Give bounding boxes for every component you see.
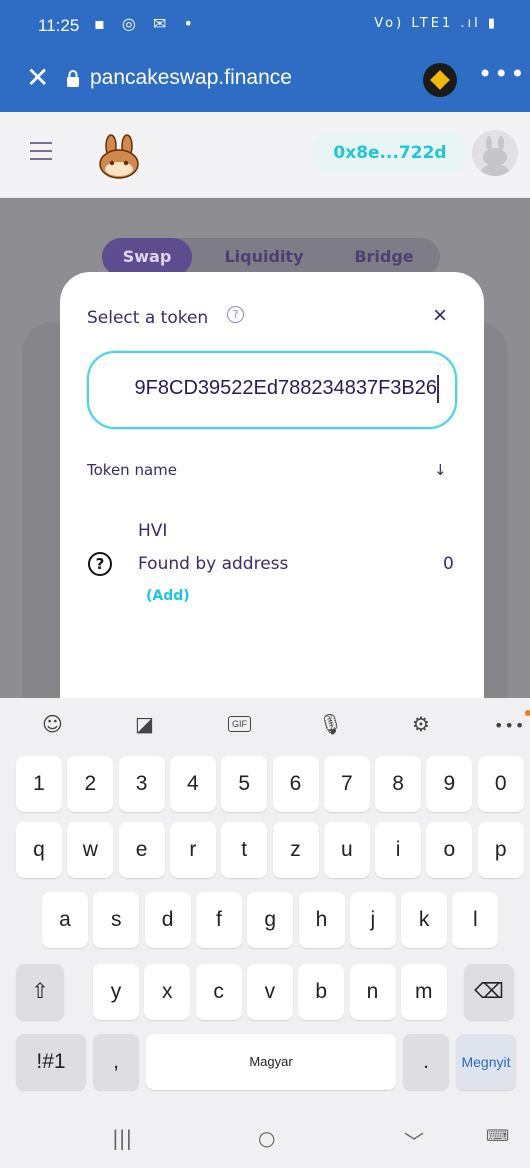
key-g[interactable]: g	[247, 892, 294, 948]
key-x[interactable]: x	[144, 964, 191, 1020]
enter-key[interactable]: Megnyit	[456, 1034, 516, 1090]
key-5[interactable]: 5	[221, 756, 268, 812]
key-6[interactable]: 6	[272, 756, 319, 812]
home-icon[interactable]: ○	[258, 1126, 275, 1150]
url-text[interactable]: pancakeswap.finance	[90, 66, 292, 90]
key-v[interactable]: v	[246, 964, 293, 1020]
key-0[interactable]: 0	[477, 756, 524, 812]
key-o[interactable]: o	[426, 822, 473, 878]
symbols-key[interactable]: !#1	[16, 1034, 86, 1090]
key-4[interactable]: 4	[169, 756, 216, 812]
pancakeswap-logo-icon[interactable]	[96, 134, 142, 180]
microphone-icon[interactable]: 🎙	[318, 712, 343, 736]
space-key[interactable]: Magyar	[146, 1034, 396, 1090]
help-icon[interactable]: ?	[227, 306, 244, 323]
gif-icon[interactable]: GIF	[228, 716, 251, 732]
add-token-link[interactable]: (Add)	[146, 588, 190, 604]
key-s[interactable]: s	[93, 892, 140, 948]
signal-battery-icons: Vo) LTE1 .ıl ▮	[374, 16, 498, 31]
key-z[interactable]: z	[272, 822, 319, 878]
status-time: 11:25	[38, 16, 80, 35]
notification-icons: ▪ ◎ ✉ •	[94, 14, 199, 33]
key-m[interactable]: m	[400, 964, 447, 1020]
keyboard-more-icon[interactable]: •••	[494, 710, 530, 736]
key-y[interactable]: y	[93, 964, 139, 1020]
token-name-column-header: Token name	[87, 461, 177, 479]
tab-liquidity[interactable]: Liquidity	[202, 238, 326, 276]
modal-close-button[interactable]: ×	[433, 304, 447, 328]
lock-icon	[67, 70, 79, 87]
key-k[interactable]: k	[401, 892, 448, 948]
app-header: 0x8e...722d	[0, 112, 530, 198]
select-token-modal: Select a token ? × 9F8CD39522Ed788234837…	[60, 272, 484, 700]
key-r[interactable]: r	[169, 822, 216, 878]
menu-icon[interactable]	[30, 142, 52, 166]
key-f[interactable]: f	[195, 892, 242, 948]
token-search-input[interactable]: 9F8CD39522Ed788234837F3B26	[87, 351, 457, 429]
keyboard-toolbar: ☺ ◪ GIF 🎙 ⚙ •••	[0, 698, 530, 752]
token-search-value: 9F8CD39522Ed788234837F3B26	[134, 377, 437, 399]
period-key[interactable]: .	[403, 1034, 449, 1090]
settings-icon[interactable]: ⚙	[412, 712, 430, 736]
backspace-key[interactable]: ⌫	[464, 964, 514, 1020]
key-l[interactable]: l	[452, 892, 499, 948]
recents-icon[interactable]: |||	[112, 1126, 132, 1150]
keyboard-switch-icon[interactable]: ⌨	[486, 1126, 509, 1145]
close-icon[interactable]: ✕	[26, 64, 49, 92]
comma-key[interactable]: ,	[93, 1034, 139, 1090]
token-found-status[interactable]: Found by address	[138, 554, 288, 574]
key-b[interactable]: b	[298, 964, 345, 1020]
key-u[interactable]: u	[323, 822, 370, 878]
key-3[interactable]: 3	[118, 756, 165, 812]
swap-tabs: Swap Liquidity Bridge	[102, 238, 440, 276]
key-c[interactable]: c	[195, 964, 242, 1020]
browser-toolbar: ✕ pancakeswap.finance •••	[0, 50, 530, 112]
tab-bridge[interactable]: Bridge	[334, 238, 434, 276]
wallet-address-button[interactable]: 0x8e...722d	[312, 132, 468, 174]
key-e[interactable]: e	[118, 822, 165, 878]
tab-swap[interactable]: Swap	[102, 238, 192, 276]
key-p[interactable]: p	[477, 822, 524, 878]
profile-avatar-icon[interactable]	[472, 130, 518, 176]
bnb-extension-icon[interactable]	[423, 63, 457, 97]
key-9[interactable]: 9	[426, 756, 473, 812]
sticker-icon[interactable]: ◪	[135, 712, 154, 736]
token-balance: 0	[443, 554, 454, 574]
key-h[interactable]: h	[298, 892, 345, 948]
text-cursor	[437, 375, 439, 403]
key-1[interactable]: 1	[16, 756, 62, 812]
more-options-icon[interactable]: •••	[478, 60, 526, 88]
modal-title: Select a token	[87, 308, 209, 328]
emoji-icon[interactable]: ☺	[42, 712, 63, 736]
key-d[interactable]: d	[144, 892, 191, 948]
key-j[interactable]: j	[349, 892, 396, 948]
key-w[interactable]: w	[67, 822, 114, 878]
key-t[interactable]: t	[221, 822, 268, 878]
soft-keyboard: ☺ ◪ GIF 🎙 ⚙ ••• 1234567890 qwertzuiop asdf…	[0, 698, 530, 1168]
token-symbol[interactable]: HVI	[138, 521, 167, 541]
unknown-token-icon: ?	[88, 552, 112, 576]
sort-arrow-icon[interactable]: ↓	[434, 461, 447, 479]
shift-key[interactable]: ⇧	[16, 964, 64, 1020]
key-8[interactable]: 8	[375, 756, 422, 812]
android-nav-bar: ||| ○ ﹀ ⌨	[0, 1116, 530, 1168]
key-i[interactable]: i	[375, 822, 422, 878]
key-q[interactable]: q	[16, 822, 62, 878]
key-7[interactable]: 7	[323, 756, 370, 812]
back-icon[interactable]: ﹀	[404, 1126, 424, 1155]
status-bar: 11:25 ▪ ◎ ✉ • Vo) LTE1 .ıl ▮	[0, 0, 530, 50]
key-a[interactable]: a	[42, 892, 88, 948]
key-2[interactable]: 2	[67, 756, 114, 812]
key-n[interactable]: n	[349, 964, 396, 1020]
